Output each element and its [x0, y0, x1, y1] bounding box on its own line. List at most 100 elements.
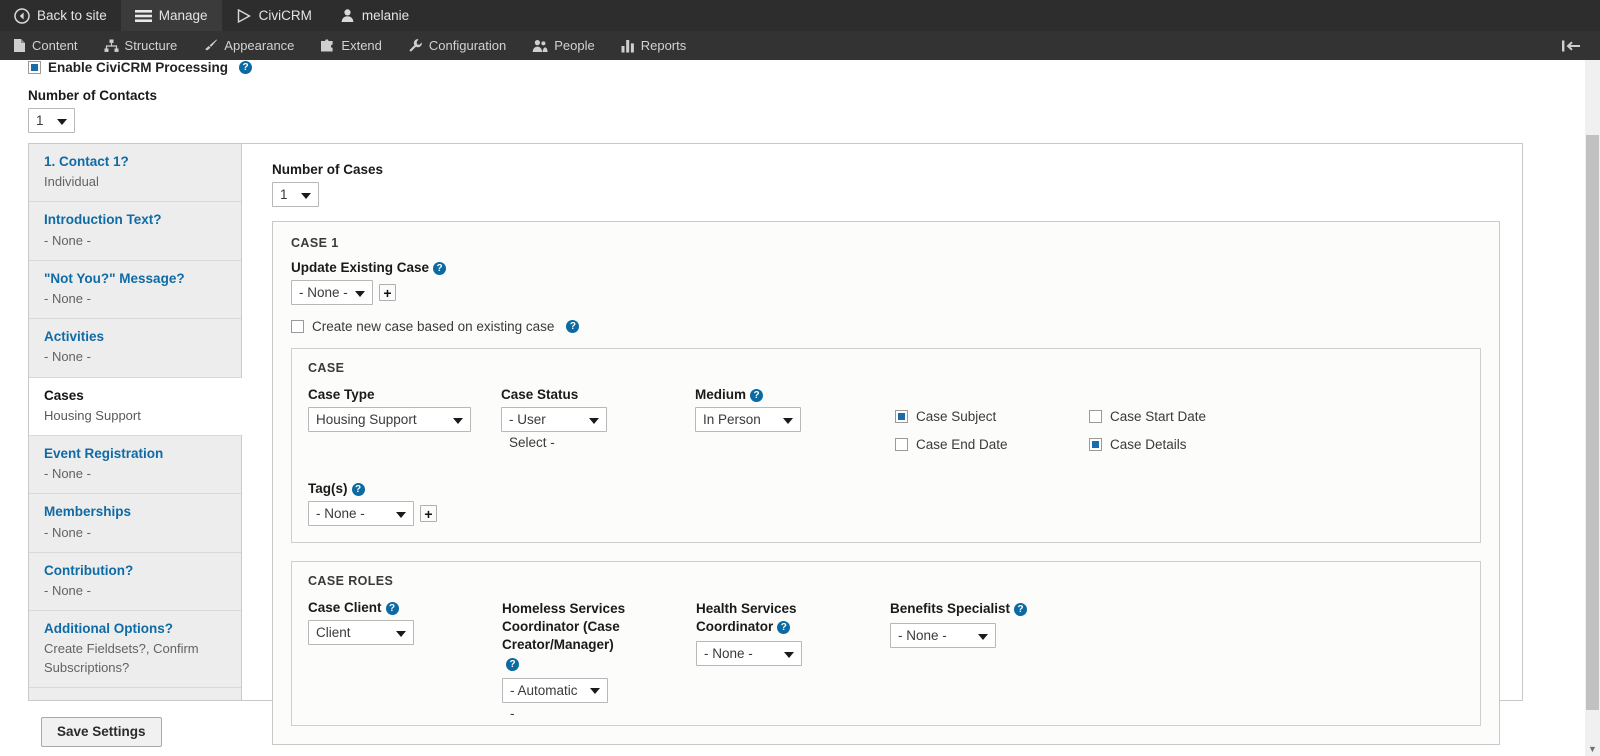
sidebar-item-not-you-message[interactable]: "Not You?" Message? - None - [29, 261, 241, 320]
menu-item-extend[interactable]: Extend [307, 31, 394, 60]
tags-text: Tag(s) [308, 481, 348, 496]
puzzle-icon [320, 38, 335, 53]
help-icon[interactable]: ? [239, 60, 253, 74]
menu-item-reports-label: Reports [640, 38, 687, 53]
vertical-scrollbar[interactable]: ▼ [1585, 60, 1600, 756]
enable-civicrm-processing-label: Enable CiviCRM Processing [48, 60, 229, 75]
help-icon[interactable]: ? [750, 388, 764, 402]
menu-item-structure-label: Structure [124, 38, 178, 53]
create-new-case-checkbox[interactable] [291, 320, 304, 333]
document-icon [13, 38, 26, 53]
sidebar-item-title: Contribution? [44, 562, 134, 578]
sidebar-item-activities[interactable]: Activities - None - [29, 319, 241, 378]
toolbar-back-to-site[interactable]: Back to site [0, 0, 121, 31]
toolbar-civicrm[interactable]: CiviCRM [222, 0, 326, 31]
menu-item-configuration[interactable]: Configuration [395, 31, 519, 60]
case-details-row[interactable]: Case Details [1089, 437, 1283, 452]
toolbar-user-account[interactable]: melanie [326, 0, 423, 31]
menu-item-extend-label: Extend [341, 38, 382, 53]
sidebar-item-memberships[interactable]: Memberships - None - [29, 494, 241, 553]
collapse-toolbar-button[interactable] [1552, 31, 1590, 60]
help-icon[interactable]: ? [1014, 602, 1028, 616]
wrench-icon [408, 38, 423, 53]
sidebar-item-event-registration[interactable]: Event Registration - None - [29, 436, 241, 495]
tags-label: Tag(s)? [308, 481, 1464, 496]
admin-toolbar-menu: Content Structure Appearance Extend Conf… [0, 31, 1600, 60]
user-icon [340, 8, 355, 23]
homeless-services-coordinator-select[interactable]: - Automatic - [502, 677, 608, 721]
number-of-cases-value: 1 [280, 187, 288, 202]
scroll-down-arrow-icon[interactable]: ▼ [1585, 745, 1600, 754]
sidebar-item-title: 1. Contact 1? [44, 154, 129, 169]
menu-item-people[interactable]: People [519, 31, 607, 60]
help-icon[interactable]: ? [777, 621, 791, 635]
paintbrush-icon [203, 38, 218, 53]
plus-icon[interactable]: + [379, 284, 396, 301]
health-services-coordinator-label: Health Services Coordinator? [696, 600, 866, 636]
health-services-coordinator-select[interactable]: - None - [696, 641, 802, 667]
case-client-label: Case Client? [308, 600, 502, 615]
benefits-specialist-value: - None - [898, 628, 947, 644]
number-of-cases-select[interactable]: 1 [272, 182, 319, 207]
sidebar-item-introduction-text[interactable]: Introduction Text? - None - [29, 202, 241, 261]
sidebar-item-additional-options[interactable]: Additional Options? Create Fieldsets?, C… [29, 611, 241, 688]
menu-item-structure[interactable]: Structure [91, 31, 191, 60]
sidebar-item-contribution[interactable]: Contribution? - None - [29, 553, 241, 612]
health-services-coordinator-group: Health Services Coordinator? - None - [696, 596, 890, 667]
save-settings-button[interactable]: Save Settings [41, 717, 162, 747]
case-roles-legend: CASE ROLES [308, 574, 394, 588]
case-start-date-checkbox[interactable] [1089, 410, 1102, 423]
number-of-cases-label: Number of Cases [272, 162, 384, 177]
help-icon[interactable]: ? [385, 601, 399, 615]
sidebar-item-subtitle: Create Fieldsets?, Confirm Subscriptions… [44, 641, 199, 675]
case-start-date-row[interactable]: Case Start Date [1089, 409, 1283, 424]
help-icon[interactable]: ? [506, 657, 519, 671]
create-new-case-row[interactable]: Create new case based on existing case ? [291, 319, 1481, 334]
case-type-select[interactable]: Housing Support [308, 407, 471, 432]
scrollbar-thumb[interactable] [1586, 135, 1599, 710]
enable-civicrm-processing-row[interactable]: Enable CiviCRM Processing ? [28, 60, 1600, 78]
tags-group: Tag(s)? - None - + [308, 481, 1464, 526]
case-subject-row[interactable]: Case Subject [895, 409, 1089, 424]
case-details-checkbox[interactable] [1089, 438, 1102, 451]
case-type-value: Housing Support [316, 412, 417, 427]
sidebar-item-cases[interactable]: Cases Housing Support [29, 377, 243, 437]
tags-select[interactable]: - None - [308, 501, 414, 526]
case-client-select[interactable]: Client [308, 620, 414, 645]
case-options-col-right: Case Start Date Case Details [1089, 409, 1283, 465]
help-icon[interactable]: ? [566, 320, 580, 333]
sidebar-item-title: Activities [44, 329, 105, 345]
sidebar-item-contact-1[interactable]: 1. Contact 1? Individual [29, 144, 241, 203]
menu-item-reports[interactable]: Reports [608, 31, 700, 60]
help-icon[interactable]: ? [433, 261, 447, 275]
sidebar-item-subtitle: Individual [44, 174, 99, 190]
medium-text: Medium [695, 387, 747, 402]
medium-select[interactable]: In Person [695, 407, 801, 432]
case-details-label: Case Details [1110, 437, 1187, 452]
case-subject-checkbox[interactable] [895, 410, 908, 423]
menu-item-appearance-label: Appearance [224, 38, 295, 53]
update-existing-case-label: Update Existing Case? [291, 260, 1481, 275]
benefits-specialist-select[interactable]: - None - [890, 623, 996, 649]
menu-item-content[interactable]: Content [0, 31, 91, 60]
enable-civicrm-processing-checkbox[interactable] [28, 60, 41, 74]
bar-chart-icon [621, 39, 635, 53]
sidebar-item-title: Memberships [44, 504, 132, 520]
case-status-group: Case Status - User Select - [501, 383, 695, 450]
update-existing-case-select[interactable]: - None - [291, 280, 373, 305]
case-roles-fieldset: CASE ROLES Case Client? Client Homeless … [291, 561, 1481, 726]
menu-item-appearance[interactable]: Appearance [190, 31, 307, 60]
case-status-select[interactable]: - User Select - [501, 407, 607, 450]
hamburger-icon [134, 9, 152, 23]
case-end-date-checkbox[interactable] [895, 438, 908, 451]
case-end-date-row[interactable]: Case End Date [895, 437, 1089, 452]
toolbar-civicrm-label: CiviCRM [258, 8, 312, 23]
help-icon[interactable]: ? [351, 482, 365, 496]
plus-icon[interactable]: + [420, 505, 437, 522]
sidebar-item-title: Cases [44, 387, 84, 403]
toolbar-manage[interactable]: Manage [120, 0, 222, 31]
number-of-contacts-select[interactable]: 1 [28, 108, 75, 133]
case-fieldset: CASE Case Type Housing Support Case Stat… [291, 348, 1481, 543]
medium-label: Medium? [695, 387, 895, 402]
content-wrapper: Enable CiviCRM Processing ? Number of Co… [0, 60, 1600, 747]
